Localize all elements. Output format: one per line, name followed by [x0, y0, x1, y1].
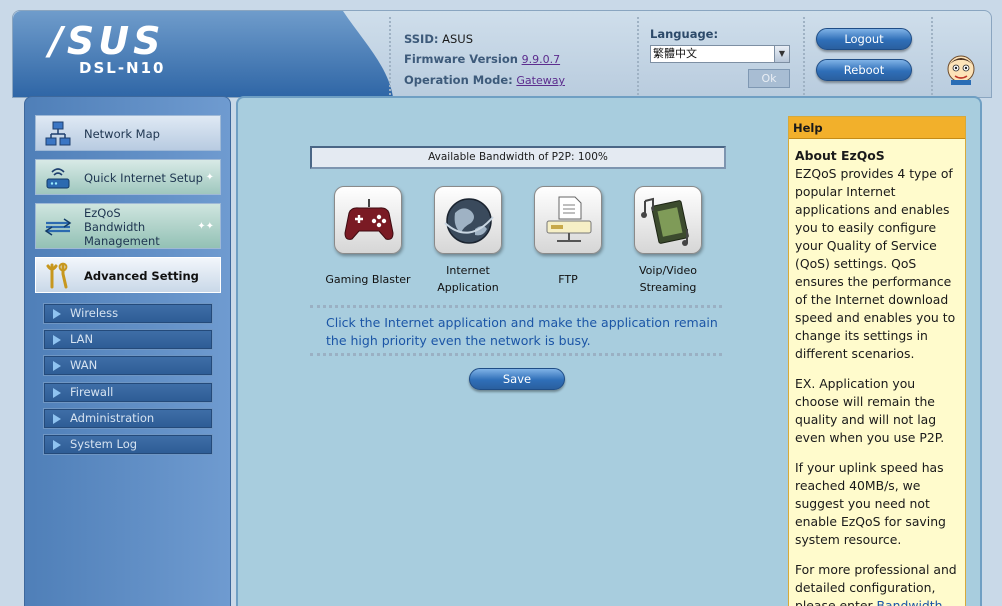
app-voip-video-streaming[interactable]: Voip/Video Streaming	[618, 186, 718, 296]
language-section: Language: 繁體中文 ▼	[650, 27, 790, 63]
nav-quick-internet-setup-label: Quick Internet Setup	[84, 171, 203, 185]
nav-advanced-setting-label: Advanced Setting	[84, 269, 199, 283]
triangle-right-icon	[53, 335, 61, 345]
ftp-server-icon	[546, 196, 592, 242]
header-divider	[931, 17, 933, 95]
app-tile[interactable]	[434, 186, 502, 254]
app-caption-line1: FTP	[558, 272, 578, 286]
asus-logo: /SUS	[49, 19, 165, 63]
language-select[interactable]: 繁體中文 ▼	[650, 45, 790, 63]
language-selected-value: 繁體中文	[653, 47, 697, 60]
sidebar: Network Map Quick Internet Setup ✦ EzQoS…	[24, 96, 231, 606]
nav-ezqos-line2: Bandwidth	[84, 220, 146, 234]
nav-sub-firewall[interactable]: Firewall	[43, 382, 213, 403]
help-paragraph: EZQoS provides 4 type of popular Interne…	[795, 166, 956, 361]
header-divider	[637, 17, 639, 95]
triangle-right-icon	[53, 361, 61, 371]
help-body: About EzQoS EZQoS provides 4 type of pop…	[789, 139, 965, 606]
firmware-label: Firmware Version	[404, 52, 518, 66]
mascot-icon	[947, 55, 975, 85]
language-ok-button[interactable]: Ok	[748, 69, 790, 88]
nav-sub-label: Administration	[70, 411, 155, 425]
save-button[interactable]: Save	[469, 368, 565, 390]
divider	[310, 305, 722, 308]
app-tile[interactable]	[534, 186, 602, 254]
nav-sub-label: Firewall	[70, 385, 114, 399]
sparkle-icon: ✦✦	[197, 221, 214, 232]
app-tile[interactable]	[334, 186, 402, 254]
triangle-right-icon	[53, 440, 61, 450]
nav-sub-label: WAN	[70, 358, 98, 372]
app-caption-line1: Gaming Blaster	[325, 272, 411, 286]
ssid-label: SSID:	[404, 32, 439, 46]
app-tile[interactable]	[634, 186, 702, 254]
help-panel: Help About EzQoS EZQoS provides 4 type o…	[788, 116, 966, 606]
nav-sub-administration[interactable]: Administration	[43, 408, 213, 429]
header-divider	[803, 17, 805, 95]
gamepad-icon	[344, 199, 394, 240]
firmware-link[interactable]: 9.9.0.7	[522, 53, 560, 66]
ssid-value: ASUS	[442, 32, 474, 46]
model-name: DSL-N10	[79, 59, 166, 77]
reboot-button[interactable]: Reboot	[816, 59, 912, 81]
app-caption: Voip/Video Streaming	[618, 262, 718, 296]
logout-button[interactable]: Logout	[816, 28, 912, 50]
nav-ezqos-label: EzQoS Bandwidth Management	[84, 206, 160, 248]
nav-sub-wan[interactable]: WAN	[43, 355, 213, 376]
help-paragraph: EX. Application you choose will remain t…	[795, 376, 945, 445]
chevron-down-icon[interactable]: ▼	[774, 46, 789, 62]
mode-label: Operation Mode:	[404, 73, 513, 87]
network-map-icon	[45, 121, 71, 146]
router-info: SSID: ASUS Firmware Version 9.9.0.7 Oper…	[404, 29, 565, 91]
nav-sub-lan[interactable]: LAN	[43, 329, 213, 350]
divider	[310, 353, 722, 356]
ezqos-hint-text: Click the Internet application and make …	[326, 315, 718, 348]
nav-network-map-label: Network Map	[84, 127, 160, 141]
app-caption-line1: Internet	[446, 264, 490, 277]
app-internet-application[interactable]: Internet Application	[418, 186, 518, 296]
app-caption-line2: Streaming	[639, 281, 697, 294]
router-icon	[46, 168, 70, 189]
help-heading: About EzQoS	[795, 148, 885, 163]
nav-ezqos-line3: Management	[84, 234, 160, 248]
nav-sub-label: System Log	[70, 437, 138, 451]
triangle-right-icon	[53, 414, 61, 424]
globe-icon	[444, 198, 494, 244]
help-paragraph: If your uplink speed has reached 40MB/s,…	[795, 460, 946, 547]
sparkle-icon: ✦	[205, 172, 214, 183]
film-music-icon	[641, 197, 689, 246]
header: /SUS DSL-N10 SSID: ASUS Firmware Version…	[12, 10, 992, 98]
help-paragraph: For more professional and detailed confi…	[795, 561, 959, 606]
main-content: Available Bandwidth of P2P: 100% Gaming …	[236, 96, 982, 606]
nav-ezqos[interactable]: EzQoS Bandwidth Management ✦✦	[35, 203, 221, 249]
nav-sub-system-log[interactable]: System Log	[43, 434, 213, 455]
tools-icon	[46, 262, 68, 289]
app-caption-line1: Voip/Video	[639, 264, 697, 277]
nav-sub-label: Wireless	[70, 306, 119, 320]
help-title: Help	[789, 117, 965, 139]
header-divider	[389, 17, 391, 95]
app-caption: Internet Application	[418, 262, 518, 296]
p2p-bandwidth-bar: Available Bandwidth of P2P: 100%	[310, 146, 726, 169]
app-caption-line2: Application	[437, 281, 499, 294]
help-bandwidth-link[interactable]: Bandwidth	[877, 598, 943, 606]
operation-mode-link[interactable]: Gateway	[516, 74, 565, 87]
nav-network-map[interactable]: Network Map	[35, 115, 221, 151]
nav-ezqos-line1: EzQoS	[84, 206, 121, 220]
app-caption: FTP	[518, 262, 618, 296]
language-label: Language:	[650, 27, 719, 41]
nav-advanced-setting[interactable]: Advanced Setting	[35, 257, 221, 293]
nav-sub-label: LAN	[70, 332, 94, 346]
bandwidth-icon	[44, 218, 72, 236]
app-gaming-blaster[interactable]: Gaming Blaster	[318, 186, 418, 296]
app-caption: Gaming Blaster	[318, 262, 418, 296]
nav-sub-wireless[interactable]: Wireless	[43, 303, 213, 324]
app-ftp[interactable]: FTP	[518, 186, 618, 296]
triangle-right-icon	[53, 309, 61, 319]
nav-quick-internet-setup[interactable]: Quick Internet Setup ✦	[35, 159, 221, 195]
triangle-right-icon	[53, 388, 61, 398]
